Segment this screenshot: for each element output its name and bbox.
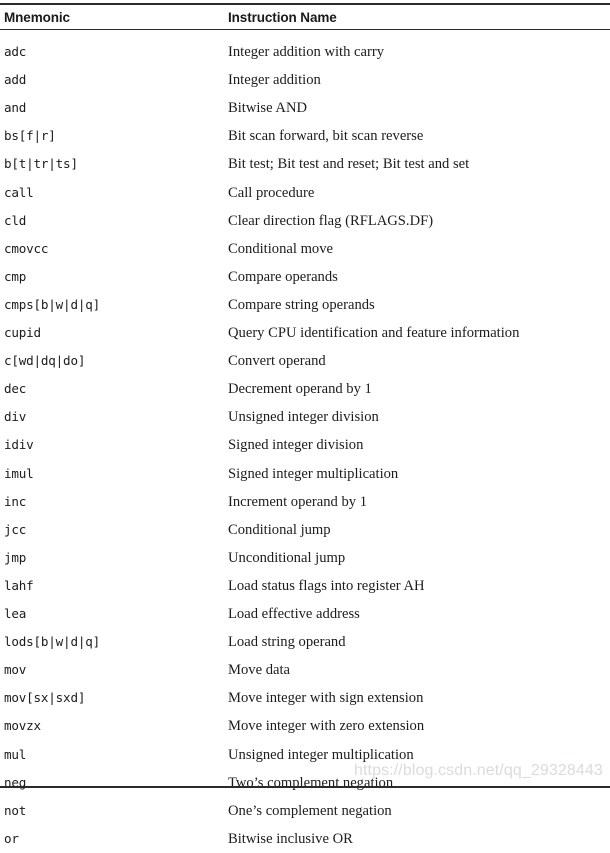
table-row: cmp Compare operands [0,263,610,291]
column-header-instruction-name: Instruction Name [228,10,337,25]
cell-instruction-name: Move data [228,662,291,679]
cell-instruction-name: Bit scan forward, bit scan reverse [228,128,424,145]
table-row: mov[sx|sxd] Move integer with sign extens… [0,684,610,712]
table-top-rule [0,3,610,5]
table-row: jmp Unconditional jump [0,544,610,572]
cell-mnemonic: cmovcc [4,240,49,256]
cell-mnemonic: movzx [4,718,41,734]
table-row: not One’s complement negation [0,797,610,825]
table-row: add Integer addition [0,66,610,94]
table-header-rule [0,29,610,30]
table-row: neg Two’s complement negation [0,769,610,797]
cell-instruction-name: Integer addition [228,72,321,89]
cell-mnemonic: add [4,72,27,88]
table-row: b[t|tr|ts] Bit test; Bit test and reset; … [0,150,610,178]
cell-instruction-name: Clear direction flag (RFLAGS.DF) [228,212,434,229]
table-header-row: Mnemonic Instruction Name [0,7,610,28]
cell-instruction-name: Move integer with zero extension [228,718,425,735]
table-row: lea Load effective address [0,600,610,628]
cell-instruction-name: Decrement operand by 1 [228,381,372,398]
cell-instruction-name: Bitwise inclusive OR [228,830,353,847]
cell-instruction-name: Unsigned integer multiplication [228,746,414,763]
cell-instruction-name: Query CPU identification and feature inf… [228,325,520,341]
table-row: or Bitwise inclusive OR [0,825,610,853]
cell-mnemonic: cmps[b|w|d|q] [4,296,100,312]
cell-mnemonic: and [4,100,27,116]
cell-mnemonic: imul [4,465,34,481]
cell-instruction-name: Conditional jump [228,521,331,538]
table-row: div Unsigned integer division [0,403,610,431]
cell-mnemonic: jmp [4,549,27,565]
cell-instruction-name: Increment operand by 1 [228,493,367,510]
cell-mnemonic: not [4,802,27,818]
table-row: lahf Load status flags into register AH [0,572,610,600]
cell-mnemonic: mov[sx|sxd] [4,690,86,706]
table-row: idiv Signed integer division [0,431,610,459]
cell-mnemonic: c[wd|dq|do] [4,353,86,369]
cell-mnemonic: or [4,830,19,846]
cell-mnemonic: cld [4,212,27,228]
table-row: jcc Conditional jump [0,516,610,544]
cell-mnemonic: neg [4,774,27,790]
table-bottom-rule [0,786,610,788]
cell-mnemonic: lahf [4,577,34,593]
cell-mnemonic: bs[f|r] [4,128,56,144]
cell-instruction-name: Load status flags into register AH [228,577,425,594]
cell-instruction-name: Integer addition with carry [228,44,385,60]
cell-instruction-name: Unconditional jump [228,549,346,566]
cell-instruction-name: Signed integer multiplication [228,465,399,482]
cell-instruction-name: Bitwise AND [228,100,308,117]
cell-instruction-name: One’s complement negation [228,802,392,819]
cell-instruction-name: Load string operand [228,634,346,651]
table-row: mul Unsigned integer multiplication [0,741,610,769]
table-row: inc Increment operand by 1 [0,488,610,516]
table-row: dec Decrement operand by 1 [0,375,610,403]
cell-mnemonic: lea [4,606,27,621]
table-row: movzx Move integer with zero extension [0,712,610,740]
table-row: imul Signed integer multiplication [0,460,610,488]
cell-mnemonic: adc [4,44,27,59]
cell-instruction-name: Compare string operands [228,296,375,313]
cell-mnemonic: jcc [4,521,27,537]
table-row: mov Move data [0,656,610,684]
cell-mnemonic: cupid [4,325,41,340]
cell-mnemonic: div [4,409,27,425]
cell-mnemonic: call [4,184,34,200]
cell-instruction-name: Two’s complement negation [228,774,394,791]
cell-mnemonic: inc [4,493,27,509]
cell-mnemonic: mov [4,662,27,678]
cell-instruction-name: Unsigned integer division [228,409,379,426]
cell-instruction-name: Move integer with sign extension [228,690,424,707]
table-row: cmovcc Conditional move [0,235,610,263]
table-row: and Bitwise AND [0,94,610,122]
cell-instruction-name: Convert operand [228,353,326,370]
table-row: bs[f|r] Bit scan forward, bit scan revers… [0,122,610,150]
cell-mnemonic: cmp [4,268,27,284]
table-row: adc Integer addition with carry [0,38,610,66]
cell-instruction-name: Signed integer division [228,437,364,454]
cell-instruction-name: Load effective address [228,606,360,622]
table-row: cmps[b|w|d|q] Compare string operands [0,291,610,319]
table-row: lods[b|w|d|q] Load string operand [0,628,610,656]
table-row: cupid Query CPU identification and featur… [0,319,610,347]
column-header-mnemonic: Mnemonic [4,10,70,25]
instruction-reference-table: Mnemonic Instruction Name adc Integer add… [0,0,610,847]
cell-mnemonic: mul [4,746,27,762]
cell-mnemonic: idiv [4,437,34,453]
cell-instruction-name: Conditional move [228,240,333,257]
table-row: call Call procedure [0,179,610,207]
cell-mnemonic: dec [4,381,27,397]
cell-instruction-name: Call procedure [228,184,315,201]
table-row: cld Clear direction flag (RFLAGS.DF) [0,207,610,235]
cell-instruction-name: Compare operands [228,268,338,285]
cell-mnemonic: lods[b|w|d|q] [4,634,100,650]
table-row: c[wd|dq|do] Convert operand [0,347,610,375]
cell-mnemonic: b[t|tr|ts] [4,156,78,172]
cell-instruction-name: Bit test; Bit test and reset; Bit test a… [228,156,470,173]
